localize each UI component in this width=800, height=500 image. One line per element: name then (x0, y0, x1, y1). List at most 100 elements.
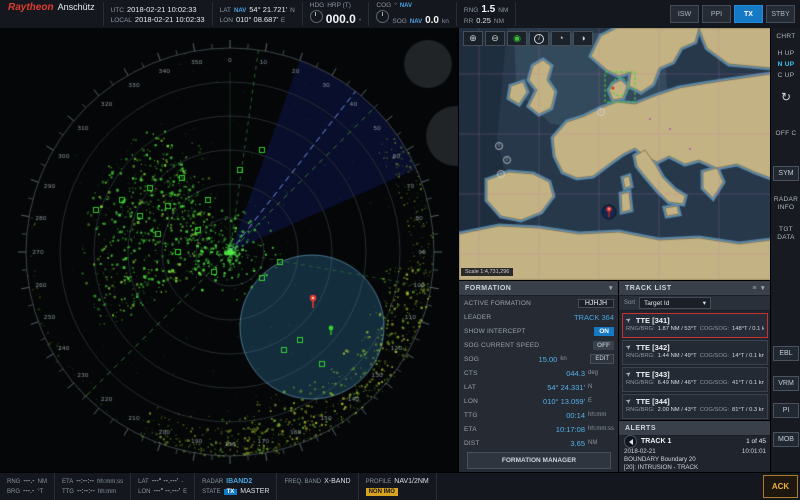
track-cogsog-label: COG/SOG: (700, 326, 729, 332)
chart-toolbar-button[interactable]: ⊖ (485, 31, 505, 46)
formation-field-value[interactable]: 10:17:08 (556, 425, 585, 434)
position-source-badge: NAV (234, 8, 246, 14)
track-cogsog-label: COG/SOG: (700, 407, 729, 413)
footer-freq-label: FREQ. BAND (284, 479, 321, 485)
formation-field-value[interactable]: 010° 13.059' (543, 397, 585, 406)
target-data-button[interactable]: TGT DATA (771, 226, 800, 242)
formation-field-value[interactable]: 15.00 (539, 355, 558, 364)
alerts-panel: ALERTS TRACK 1 1 of 45 2018-02-21 10:01:… (618, 420, 771, 473)
north-up-button[interactable]: N UP (771, 61, 800, 68)
hdg-label: HDG (310, 2, 324, 9)
chart-toolbar-button[interactable]: i (529, 31, 549, 46)
parallel-index-button[interactable]: PI (773, 403, 799, 418)
chart-toolbar-button[interactable]: ◑ (573, 31, 593, 46)
local-label: LOCAL (111, 17, 132, 24)
cog-label: COG (376, 2, 391, 9)
rr-label: RR (464, 18, 473, 25)
chart-toolbar-button[interactable]: ◔ (551, 31, 571, 46)
track-rngbrg-value: 2.00 NM / 43°T (658, 407, 697, 413)
footer-eta-label: ETA (62, 479, 73, 485)
filter-icon[interactable]: ≡ (752, 285, 757, 292)
track-rngbrg-value: 6.49 NM / 46°T (658, 380, 697, 386)
chart-toolbar-glyph: i (534, 34, 544, 44)
footer-profile-value[interactable]: NAV1/2NM (394, 478, 429, 485)
formation-field-value[interactable]: 044.3 (566, 369, 585, 378)
formation-field-value[interactable]: TRACK 364 (574, 313, 614, 322)
chart-toolbar-button[interactable]: ⊕ (463, 31, 483, 46)
ack-button[interactable]: ACK (763, 475, 798, 498)
collapse-icon[interactable]: ▾ (609, 284, 613, 292)
track-list-item[interactable]: ➤ TTE [342] RNG/BRG: 1.44 NM / 49°T COG/… (622, 340, 768, 365)
formation-field-value[interactable]: 00:14 (566, 411, 585, 420)
formation-field-value[interactable]: HJHJH (578, 299, 614, 308)
off-center-button[interactable]: OFF C (771, 130, 800, 137)
range-block: RNG 1.5 NM RR 0.25 NM (457, 2, 516, 26)
non-imo-badge: NON IMO (366, 488, 398, 496)
formation-field-value[interactable]: 54° 24.331' (547, 383, 585, 392)
footer-brg-unit: °T (37, 489, 43, 495)
chart-toggle-button[interactable]: CHRT (771, 33, 800, 40)
track-list-item[interactable]: ➤ TTE [341] RNG/BRG: 1.87 NM / 53°T COG/… (622, 313, 768, 338)
sort-dropdown[interactable]: Target Id ▾ (639, 297, 711, 309)
bottom-status-bar: RNG ---.- NM BRG ---.- °T ETA --:--:-- h… (0, 472, 800, 500)
chart-toolbar-button[interactable]: ◉ (507, 31, 527, 46)
symbols-button[interactable]: SYM (773, 166, 799, 181)
heading-gauge-icon (310, 10, 323, 23)
footer-lat-unit: - (181, 479, 183, 485)
formation-title: FORMATION (465, 285, 511, 292)
radar-ppi-display[interactable] (0, 28, 458, 472)
ebl-button[interactable]: EBL (773, 346, 799, 361)
track-list-item[interactable]: ➤ TTE [343] RNG/BRG: 6.49 NM / 46°T COG/… (622, 367, 768, 392)
ship-icon: ➤ (624, 369, 633, 378)
formation-field-unit: E (588, 398, 614, 404)
radar-info-button[interactable]: RADAR INFO (771, 196, 800, 212)
vrm-button[interactable]: VRM (773, 376, 799, 391)
chart-map-display[interactable] (459, 28, 771, 280)
formation-field-row: ACTIVE FORMATION HJHJH (459, 296, 619, 310)
track-rngbrg-label: RNG/BRG: (626, 353, 655, 359)
formation-field-value[interactable]: ON (594, 327, 614, 336)
alert-sound-icon[interactable] (624, 435, 637, 448)
footer-rng-value: ---.- (23, 478, 34, 485)
formation-manager-button[interactable]: FORMATION MANAGER (467, 452, 611, 469)
mode-button-label: TX (744, 11, 753, 18)
head-up-button[interactable]: H UP (771, 50, 800, 57)
lon-hemisphere: E (281, 17, 285, 24)
sog-label: SOG (392, 18, 406, 25)
footer-radar-value[interactable]: IBAND2 (226, 478, 252, 485)
formation-field-label: LON (464, 398, 543, 405)
formation-panel: FORMATION ▾ ACTIVE FORMATION HJHJH LEADE… (458, 280, 619, 473)
mob-button[interactable]: MOB (773, 432, 799, 447)
clock-block: UTC 2018-02-21 10:02:33 LOCAL 2018-02-21… (104, 2, 213, 26)
ecdis-radar-application: Raytheon Anschütz UTC 2018-02-21 10:02:3… (0, 0, 800, 500)
mode-button-label: PPI (711, 11, 722, 18)
alert-entry[interactable]: TRACK 1 1 of 45 (619, 436, 771, 447)
track-list-item[interactable]: ➤ TTE [344] RNG/BRG: 2.00 NM / 43°T COG/… (622, 394, 768, 419)
footer-lat-label: LAT (138, 479, 149, 485)
profile-readout: PROFILE NAV1/2NM NON IMO (359, 473, 437, 500)
collapse-icon[interactable]: ▾ (761, 284, 765, 292)
alerts-title: ALERTS (625, 425, 656, 432)
top-status-bar: Raytheon Anschütz UTC 2018-02-21 10:02:3… (0, 0, 800, 29)
reset-orientation-icon[interactable]: ↻ (771, 90, 800, 104)
track-cogsog-value: 148°T / 0.1 kn (732, 326, 764, 332)
mode-button[interactable]: STBY (766, 5, 795, 23)
sort-label: Sort (624, 300, 635, 306)
alert-pager[interactable]: 1 of 45 (746, 438, 766, 445)
course-up-button[interactable]: C UP (771, 72, 800, 79)
mode-button[interactable]: PPI (702, 5, 731, 23)
edit-button[interactable]: EDIT (590, 354, 614, 364)
footer-state-label: STATE (202, 489, 220, 495)
track-cogsog-label: COG/SOG: (700, 353, 729, 359)
rng-value: 1.5 (481, 4, 495, 15)
mode-button[interactable]: TX (734, 5, 763, 23)
track-name: TTE [344] (636, 397, 670, 406)
mode-button[interactable]: ISW (670, 5, 699, 23)
rr-unit: NM (494, 18, 504, 25)
formation-field-row: TTG 00:14 hh:mm (459, 408, 619, 422)
formation-field-value[interactable]: OFF (593, 341, 614, 350)
formation-field-value[interactable]: 3.65 (570, 439, 585, 448)
footer-ttg-value: --:--:-- (77, 488, 95, 495)
brand-raytheon: Raytheon (8, 2, 54, 13)
mode-button-label: STBY (771, 11, 789, 18)
